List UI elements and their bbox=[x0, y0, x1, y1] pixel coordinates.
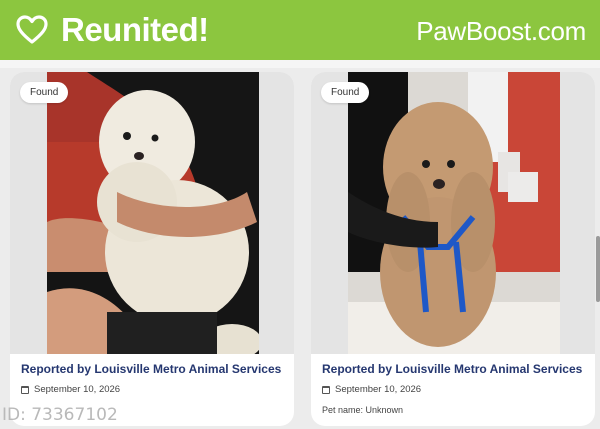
calendar-icon bbox=[322, 385, 330, 394]
status-badge: Found bbox=[20, 82, 69, 103]
report-date: September 10, 2026 bbox=[34, 384, 121, 395]
banner-title: Reunited! bbox=[61, 11, 209, 48]
pet-photo[interactable] bbox=[47, 72, 259, 354]
calendar-icon bbox=[21, 385, 29, 394]
pet-photo-image bbox=[348, 72, 560, 354]
status-badge: Found bbox=[321, 82, 370, 103]
divider-strip bbox=[0, 60, 600, 68]
date-row: September 10, 2026 bbox=[322, 384, 421, 395]
heart-icon bbox=[16, 15, 48, 44]
report-date: September 10, 2026 bbox=[335, 384, 422, 395]
date-row: September 10, 2026 bbox=[21, 384, 120, 395]
scrollbar-thumb[interactable] bbox=[596, 236, 600, 302]
reporter-link[interactable]: Reported by Louisville Metro Animal Serv… bbox=[21, 362, 291, 376]
pet-photo-frame: Found bbox=[10, 72, 294, 354]
brand-logo-text[interactable]: PawBoost.com bbox=[416, 16, 586, 46]
found-pet-card[interactable]: Found Reported by Louisville Metro Anima… bbox=[311, 72, 595, 426]
pet-photo-image bbox=[47, 72, 259, 354]
listing-id: ID: 73367102 bbox=[2, 405, 118, 425]
found-pet-card[interactable]: Found Reported by Louisville Metro Anima… bbox=[10, 72, 294, 426]
pet-name: Pet name: Unknown bbox=[322, 405, 404, 415]
reporter-link[interactable]: Reported by Louisville Metro Animal Serv… bbox=[322, 362, 592, 376]
reunited-banner: Reunited! PawBoost.com bbox=[0, 0, 600, 60]
pet-photo[interactable] bbox=[348, 72, 560, 354]
pet-photo-frame: Found bbox=[311, 72, 595, 354]
